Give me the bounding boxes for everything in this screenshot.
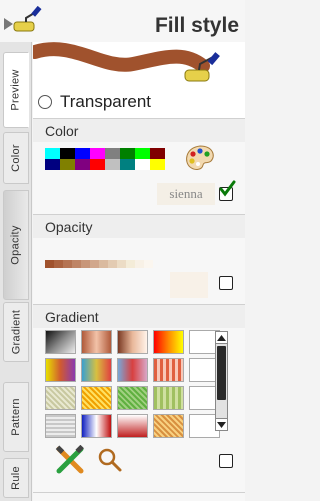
color-swatch[interactable]: [60, 159, 75, 170]
opacity-section-title: Opacity: [33, 214, 245, 238]
scroll-down-button[interactable]: [216, 418, 227, 430]
color-swatch[interactable]: [45, 159, 60, 170]
header: Fill style: [0, 0, 245, 42]
fill-style-panel: Transparent Color sienna Opacity Gradien…: [33, 42, 245, 501]
color-swatch[interactable]: [135, 148, 150, 159]
tab-gradient[interactable]: Gradient: [3, 302, 29, 362]
color-swatch[interactable]: [120, 159, 135, 170]
gradient-swatch[interactable]: [45, 414, 76, 438]
tab-opacity[interactable]: Opacity: [3, 190, 29, 300]
tab-color-label: Color: [10, 144, 23, 172]
gradient-swatch[interactable]: [153, 386, 184, 410]
opacity-strip[interactable]: [45, 260, 153, 268]
color-swatch-grid: [45, 148, 165, 170]
tab-preview[interactable]: Preview: [3, 52, 29, 128]
arrow-up-icon: [217, 334, 226, 341]
gradient-swatch[interactable]: [117, 358, 148, 382]
scroll-thumb[interactable]: [217, 346, 226, 400]
opacity-preview: [170, 272, 208, 298]
color-section-title: Color: [33, 118, 245, 142]
color-swatch[interactable]: [75, 159, 90, 170]
gradient-swatch[interactable]: [153, 330, 184, 354]
paint-roller-icon: [184, 52, 220, 82]
tab-rule-label: Rule: [9, 466, 22, 490]
gradient-swatch[interactable]: [81, 358, 112, 382]
color-tools-icon[interactable]: [55, 445, 85, 475]
gradient-swatch[interactable]: [45, 386, 76, 410]
tab-preview-label: Preview: [10, 69, 23, 111]
color-swatch[interactable]: [120, 148, 135, 159]
opacity-step[interactable]: [135, 260, 144, 268]
gradient-swatch[interactable]: [45, 358, 76, 382]
color-swatch[interactable]: [75, 148, 90, 159]
color-swatch[interactable]: [105, 148, 120, 159]
tab-gradient-label: Gradient: [10, 309, 22, 355]
scroll-up-button[interactable]: [216, 332, 227, 344]
color-swatch[interactable]: [90, 148, 105, 159]
opacity-step[interactable]: [90, 260, 99, 268]
gradient-swatch[interactable]: [117, 330, 148, 354]
opacity-step[interactable]: [54, 260, 63, 268]
gradient-checkbox[interactable]: [219, 454, 233, 468]
gradient-swatch[interactable]: [153, 358, 184, 382]
color-swatch[interactable]: [135, 159, 150, 170]
tab-opacity-label: Opacity: [10, 225, 22, 265]
transparent-label: Transparent: [60, 92, 152, 111]
gradient-section-title: Gradient: [33, 304, 245, 328]
color-value-field[interactable]: sienna: [157, 183, 215, 205]
divider: [33, 492, 245, 493]
palette-icon[interactable]: [183, 144, 217, 172]
opacity-step[interactable]: [81, 260, 90, 268]
tab-pattern-label: Pattern: [10, 398, 23, 436]
color-swatch[interactable]: [150, 159, 165, 170]
transparent-radio[interactable]: [38, 95, 52, 109]
opacity-step[interactable]: [117, 260, 126, 268]
color-swatch[interactable]: [60, 148, 75, 159]
opacity-checkbox[interactable]: [219, 276, 233, 290]
gradient-swatch[interactable]: [81, 330, 112, 354]
tab-pattern[interactable]: Pattern: [3, 382, 29, 452]
opacity-step[interactable]: [99, 260, 108, 268]
opacity-step[interactable]: [72, 260, 81, 268]
gradient-swatch-grid: [45, 330, 220, 438]
color-swatch[interactable]: [90, 159, 105, 170]
gradient-swatch[interactable]: [81, 414, 112, 438]
magnifier-icon[interactable]: [97, 447, 123, 473]
gradient-swatch[interactable]: [81, 386, 112, 410]
opacity-step[interactable]: [45, 260, 54, 268]
tab-color[interactable]: Color: [3, 132, 29, 184]
color-swatch[interactable]: [150, 148, 165, 159]
opacity-step[interactable]: [63, 260, 72, 268]
preview-area: Transparent: [33, 42, 245, 118]
page-title: Fill style: [154, 14, 239, 37]
gradient-swatch[interactable]: [117, 386, 148, 410]
gradient-swatch[interactable]: [153, 414, 184, 438]
color-swatch[interactable]: [45, 148, 60, 159]
tab-bar: Preview Color Opacity Gradient Pattern R…: [0, 42, 32, 501]
tab-rule[interactable]: Rule: [3, 458, 29, 498]
gradient-scrollbar[interactable]: [215, 331, 228, 431]
color-swatch[interactable]: [105, 159, 120, 170]
opacity-step[interactable]: [126, 260, 135, 268]
paint-roller-icon: [13, 6, 42, 32]
gradient-swatch[interactable]: [117, 414, 148, 438]
check-mark-icon: [219, 180, 236, 197]
arrow-down-icon: [217, 421, 226, 428]
transparent-option[interactable]: Transparent: [38, 92, 151, 112]
gradient-swatch[interactable]: [45, 330, 76, 354]
opacity-step[interactable]: [108, 260, 117, 268]
opacity-step[interactable]: [144, 260, 153, 268]
